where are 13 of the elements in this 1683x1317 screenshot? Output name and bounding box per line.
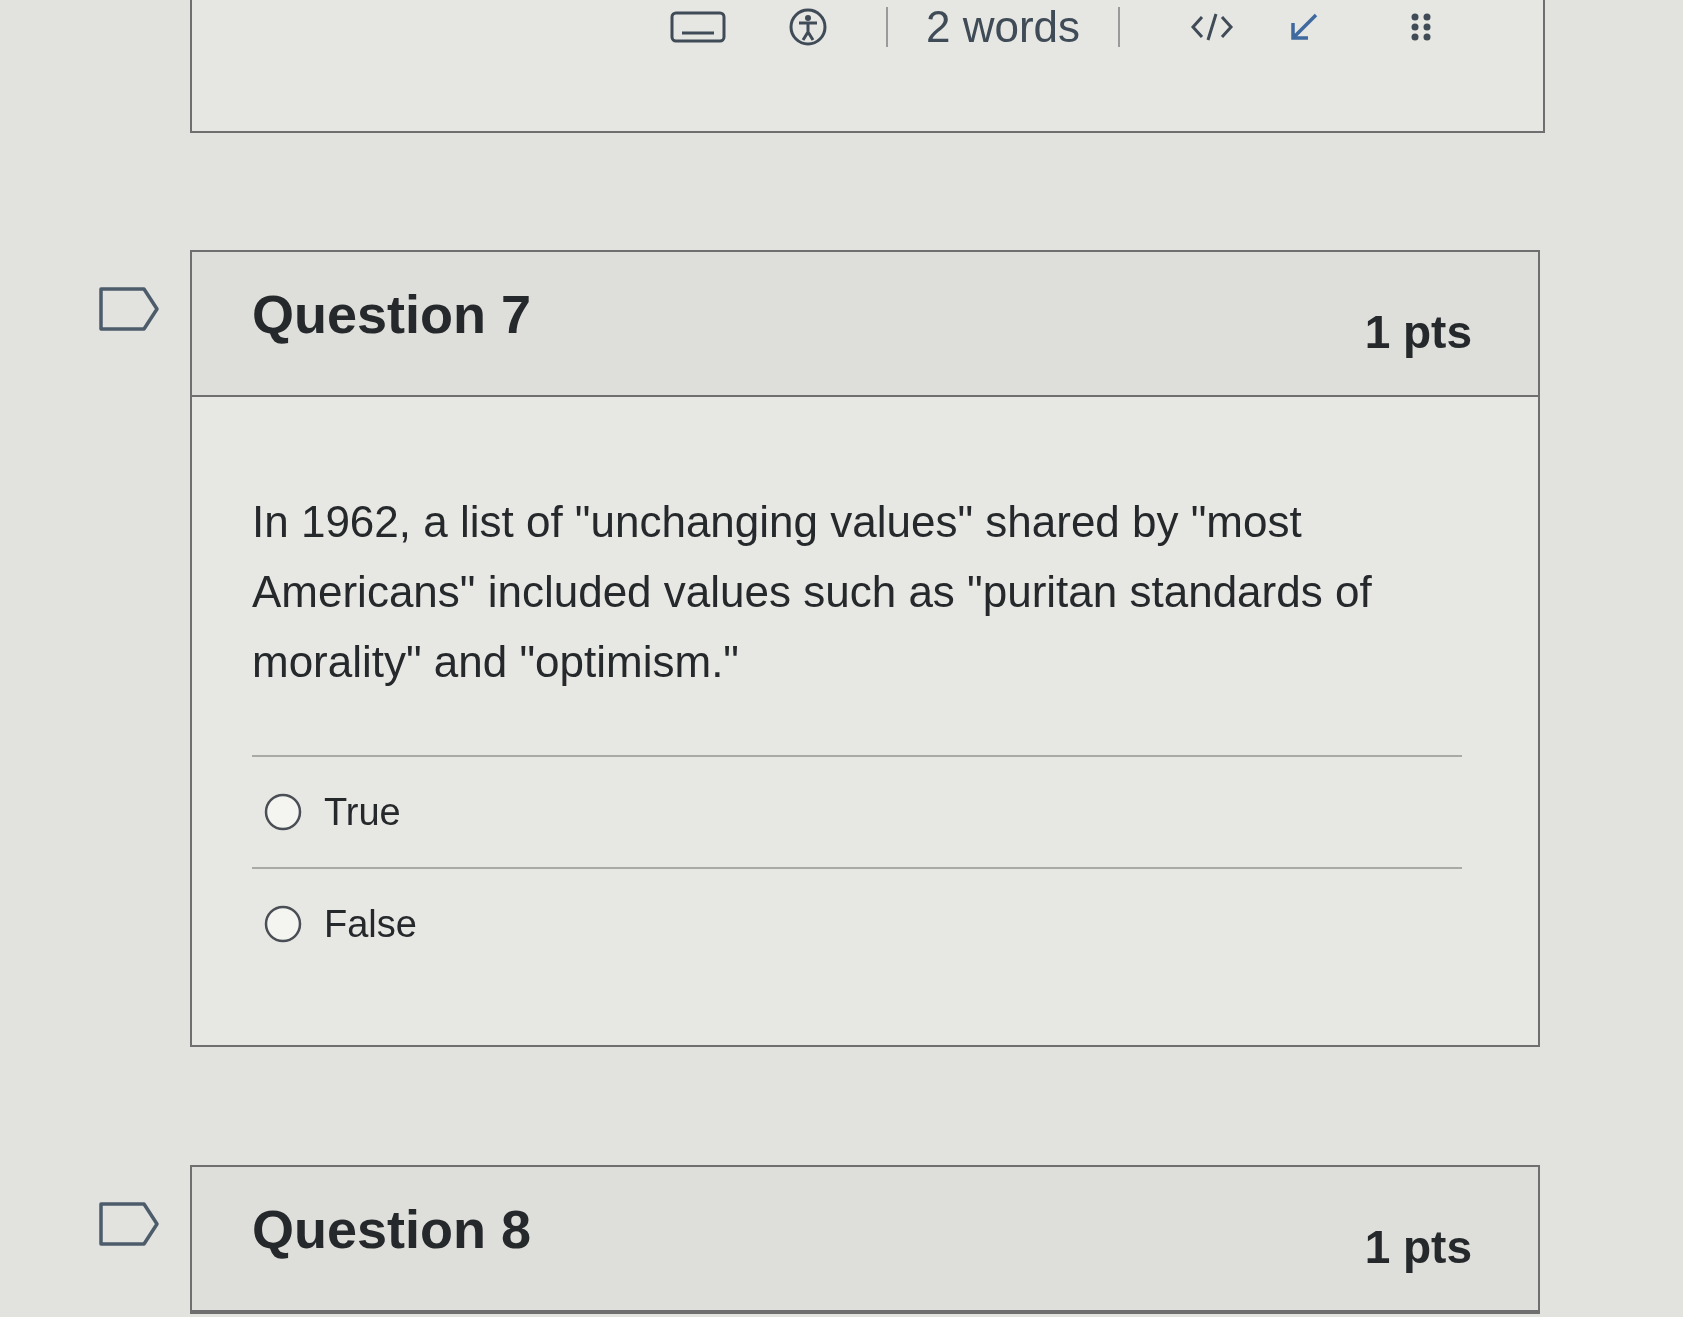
keyboard-icon[interactable] bbox=[670, 11, 726, 43]
flag-icon[interactable] bbox=[98, 286, 160, 332]
code-icon[interactable] bbox=[1190, 11, 1235, 43]
answer-option[interactable]: True bbox=[252, 755, 1462, 867]
flag-icon[interactable] bbox=[98, 1201, 160, 1247]
answer-box[interactable]: 2 words bbox=[190, 0, 1545, 133]
radio-button[interactable] bbox=[264, 905, 302, 943]
accessibility-icon[interactable] bbox=[788, 7, 828, 47]
answer-option[interactable]: False bbox=[252, 867, 1462, 979]
question-text: In 1962, a list of "unchanging values" shared by "most Americans" included values such as "puritan standards of morality" and "optimism." bbox=[252, 496, 1373, 688]
word-count: 2 words bbox=[926, 5, 1081, 49]
drag-handle-icon[interactable] bbox=[1410, 12, 1433, 42]
radio-button[interactable] bbox=[264, 793, 302, 831]
